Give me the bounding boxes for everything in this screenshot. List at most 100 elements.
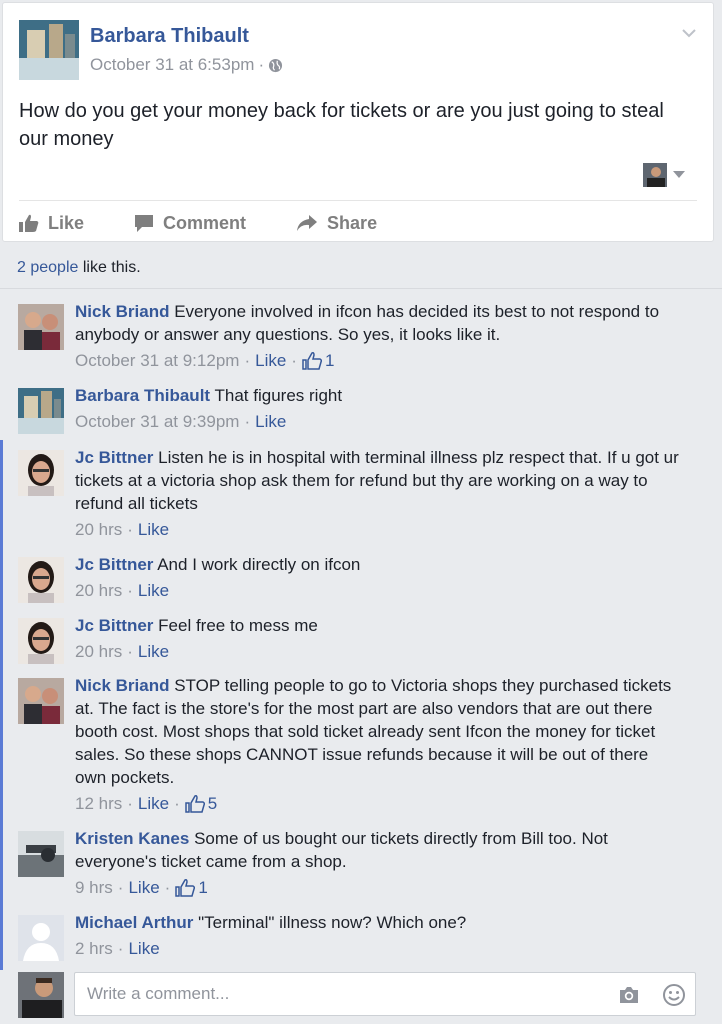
viewer-avatar[interactable] [643, 163, 667, 187]
commenter-avatar[interactable] [18, 678, 64, 724]
comment-meta: 20 hrs · Like [75, 640, 680, 663]
post-text: How do you get your money back for ticke… [19, 100, 664, 150]
meta-separator: · [127, 520, 133, 539]
like-count-value: 1 [198, 878, 208, 897]
thumbs-up-icon [185, 794, 205, 813]
post-card: Barbara Thibault October 31 at 6:53pm · … [2, 2, 714, 242]
comment-body: Nick Briand Everyone involved in ifcon h… [75, 300, 680, 372]
commenter-name[interactable]: Michael Arthur [75, 913, 193, 932]
audience-caret-icon[interactable] [673, 171, 685, 178]
like-count-value: 1 [324, 351, 335, 370]
comment-body: Michael Arthur "Terminal" illness now? W… [75, 911, 680, 960]
meta-separator: · [164, 878, 171, 897]
comment-like-link[interactable]: Like [255, 410, 286, 433]
post-actions: Like Comment Share [19, 208, 377, 238]
comment-body: Kristen Kanes Some of us bought our tick… [75, 827, 680, 899]
share-label: Share [327, 212, 378, 233]
comment-like-link[interactable]: Like [138, 640, 169, 663]
comment-like-link[interactable]: Like [128, 937, 159, 960]
comment-meta: 9 hrs · Like · 1 [75, 876, 680, 899]
comment-time[interactable]: 20 hrs [75, 518, 122, 541]
commenter-avatar[interactable] [18, 557, 64, 603]
meta-separator: · [127, 642, 133, 661]
commenter-avatar[interactable] [18, 388, 64, 434]
comment-like-link[interactable]: Like [138, 518, 169, 541]
comment-meta: 12 hrs · Like · 5 [75, 792, 680, 815]
meta-separator: · [117, 878, 124, 897]
comment-button[interactable]: Comment [134, 213, 246, 234]
commenter-avatar[interactable] [18, 304, 64, 350]
comment-like-link[interactable]: Like [138, 792, 169, 815]
comment-time[interactable]: October 31 at 9:12pm [75, 349, 239, 372]
post-meta: October 31 at 6:53pm · [90, 55, 283, 75]
thread-accent-bar [0, 440, 3, 970]
like-button[interactable]: Like [19, 213, 84, 234]
comment-like-link[interactable]: Like [255, 349, 286, 372]
commenter-name[interactable]: Jc Bittner [75, 616, 153, 635]
divider [0, 288, 722, 289]
comment-body: Jc Bittner Listen he is in hospital with… [75, 446, 680, 541]
comment-field[interactable] [74, 972, 696, 1016]
comment-label: Comment [163, 212, 247, 233]
author-avatar[interactable] [19, 20, 79, 80]
comment-like-link[interactable]: Like [128, 876, 159, 899]
comment-time[interactable]: 9 hrs [75, 876, 113, 899]
comment-body: Jc Bittner And I work directly on ifcon … [75, 553, 680, 602]
post-time[interactable]: October 31 at 6:53pm [90, 55, 254, 75]
comment-meta: 2 hrs · Like [75, 937, 680, 960]
meta-separator: · [127, 794, 133, 813]
likes-count-link[interactable]: 2 people [17, 259, 78, 276]
commenter-avatar[interactable] [18, 450, 64, 496]
comment-body: Barbara Thibault That figures right Octo… [75, 384, 680, 433]
comment-like-count[interactable]: 1 [175, 876, 208, 899]
meta-separator: · [291, 351, 297, 370]
meta-separator: · [258, 55, 265, 74]
comment-text: And I work directly on ifcon [157, 555, 361, 574]
meta-separator: · [127, 581, 133, 600]
comment-like-count[interactable]: 1 [302, 349, 334, 372]
likes-suffix: like this. [78, 259, 141, 276]
comment-meta: 20 hrs · Like [75, 518, 680, 541]
comment-like-count[interactable]: 5 [185, 792, 217, 815]
comment-time[interactable]: 12 hrs [75, 792, 122, 815]
likes-summary: 2 people like this. [17, 259, 141, 277]
comment-time[interactable]: 20 hrs [75, 640, 122, 663]
share-button[interactable]: Share [296, 213, 377, 234]
comment-input[interactable] [85, 983, 589, 1005]
comment-time[interactable]: 2 hrs [75, 937, 113, 960]
commenter-avatar[interactable] [18, 915, 64, 961]
comment-text: Feel free to mess me [158, 616, 318, 635]
meta-separator: · [174, 794, 180, 813]
commenter-avatar[interactable] [18, 831, 64, 877]
comment-composer [0, 968, 722, 1024]
smiley-icon[interactable] [662, 983, 686, 1007]
thumbs-up-icon [302, 351, 322, 370]
meta-separator: · [244, 412, 251, 431]
chevron-down-icon[interactable] [681, 25, 697, 41]
commenter-name[interactable]: Nick Briand [75, 302, 169, 321]
comment-time[interactable]: 20 hrs [75, 579, 122, 602]
comment-meta: 20 hrs · Like [75, 579, 680, 602]
commenter-name[interactable]: Barbara Thibault [75, 386, 210, 405]
divider [19, 200, 697, 201]
comment-text: "Terminal" illness now? Which one? [198, 913, 467, 932]
thumbs-up-icon [175, 878, 196, 897]
comment-text: Listen he is in hospital with terminal i… [75, 448, 679, 513]
commenter-name[interactable]: Kristen Kanes [75, 829, 189, 848]
commenter-name[interactable]: Jc Bittner [75, 555, 153, 574]
meta-separator: · [117, 939, 124, 958]
post-author-name[interactable]: Barbara Thibault [90, 25, 249, 48]
like-count-value: 5 [207, 794, 218, 813]
like-icon [19, 214, 39, 232]
user-avatar[interactable] [18, 972, 64, 1018]
commenter-name[interactable]: Nick Briand [75, 676, 169, 695]
camera-icon[interactable] [618, 985, 640, 1005]
share-icon [297, 215, 318, 231]
comment-body: Nick Briand STOP telling people to go to… [75, 674, 680, 815]
commenter-avatar[interactable] [18, 618, 64, 664]
comment-meta: October 31 at 9:12pm · Like · 1 [75, 349, 680, 372]
comment-body: Jc Bittner Feel free to mess me 20 hrs ·… [75, 614, 680, 663]
commenter-name[interactable]: Jc Bittner [75, 448, 153, 467]
comment-time[interactable]: October 31 at 9:39pm [75, 410, 239, 433]
comment-like-link[interactable]: Like [138, 579, 169, 602]
